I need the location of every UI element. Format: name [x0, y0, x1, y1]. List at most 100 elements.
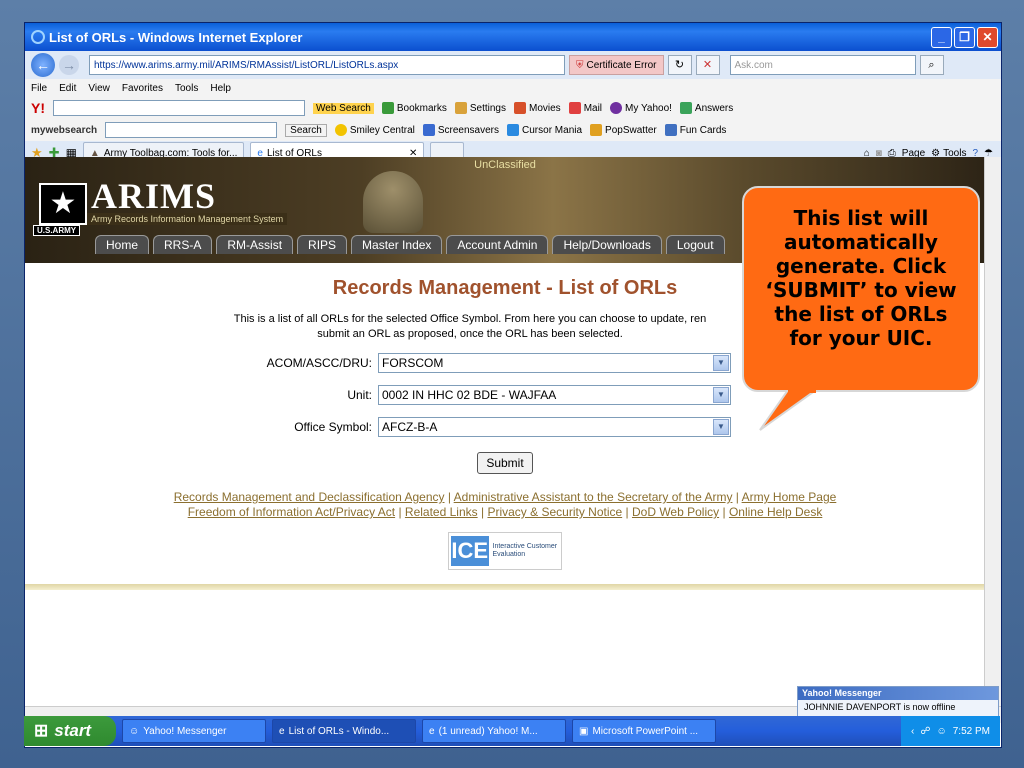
link-separator: |: [447, 490, 451, 504]
menu-file[interactable]: File: [31, 83, 47, 94]
toolbar-cursor-mania[interactable]: Cursor Mania: [507, 124, 582, 136]
link-help-desk[interactable]: Online Help Desk: [729, 505, 822, 519]
footer-links-row-1: Records Management and Declassification …: [25, 490, 985, 505]
toolbar-settings[interactable]: Settings: [454, 102, 506, 114]
toolbar-mail[interactable]: Mail: [568, 102, 602, 114]
office-symbol-value: AFCZ-B-A: [382, 420, 438, 434]
intro-line-2: submit an ORL as proposed, once the ORL …: [317, 328, 623, 340]
toolbar-answers[interactable]: Answers: [679, 102, 733, 114]
bookmarks-label: Bookmarks: [396, 102, 447, 114]
office-symbol-select[interactable]: AFCZ-B-A ▼: [378, 417, 731, 437]
link-aasa[interactable]: Administrative Assistant to the Secretar…: [454, 490, 733, 504]
nav-home[interactable]: Home: [95, 235, 150, 254]
usarmy-label: U.S.ARMY: [33, 225, 81, 236]
footer-links-row-2: Freedom of Information Act/Privacy Act |…: [25, 505, 985, 520]
movies-label: Movies: [529, 102, 561, 114]
link-separator: |: [398, 505, 402, 519]
toolbar-bookmarks[interactable]: Bookmarks: [381, 102, 447, 114]
task-yahoo-mail[interactable]: e (1 unread) Yahoo! M...: [422, 719, 566, 743]
link-separator: |: [735, 490, 739, 504]
close-button[interactable]: ✕: [977, 26, 998, 48]
link-separator: |: [722, 505, 726, 519]
settings-label: Settings: [469, 102, 506, 114]
link-privacy[interactable]: Privacy & Security Notice: [487, 505, 622, 519]
nav-rm-assist[interactable]: RM-Assist: [216, 235, 294, 254]
tray-arrow-icon[interactable]: ‹: [911, 726, 914, 737]
vertical-scrollbar[interactable]: [984, 157, 1001, 707]
yahoo-search-input[interactable]: [53, 100, 305, 116]
nav-logout[interactable]: Logout: [665, 235, 725, 254]
office-symbol-row: Office Symbol: AFCZ-B-A ▼: [25, 416, 985, 438]
task-powerpoint[interactable]: ▣ Microsoft PowerPoint ...: [572, 719, 716, 743]
unit-select[interactable]: 0002 IN HHC 02 BDE - WAJFAA ▼: [378, 385, 731, 405]
nav-rrs-a[interactable]: RRS-A: [153, 235, 213, 254]
acom-select[interactable]: FORSCOM ▼: [378, 353, 731, 373]
chevron-down-icon[interactable]: ▼: [713, 387, 729, 403]
system-tray: ‹ ☍ ☺ 7:52 PM: [901, 716, 1000, 746]
classification-label: UnClassified: [474, 159, 536, 171]
messenger-popup-header: Yahoo! Messenger: [798, 687, 998, 700]
mywebsearch-toolbar: mywebsearch Search Smiley Central Screen…: [25, 119, 1001, 141]
powerpoint-icon: ▣: [579, 725, 589, 737]
chevron-down-icon[interactable]: ▼: [713, 355, 729, 371]
window-title: List of ORLs - Windows Internet Explorer: [49, 29, 303, 45]
ice-badge[interactable]: ICE Interactive Customer Evaluation: [448, 532, 562, 570]
certificate-error-badge[interactable]: ⛨ Certificate Error: [569, 55, 664, 75]
nav-master-index[interactable]: Master Index: [351, 235, 443, 254]
toolbar-movies[interactable]: Movies: [514, 102, 561, 114]
ie-icon: e: [429, 725, 435, 737]
cert-error-label: Certificate Error: [586, 59, 657, 71]
link-separator: |: [480, 505, 485, 519]
stop-button[interactable]: ✕: [695, 55, 720, 75]
menu-view[interactable]: View: [88, 83, 110, 94]
link-related[interactable]: Related Links: [405, 505, 478, 519]
menu-tools[interactable]: Tools: [175, 83, 198, 94]
task-yahoo-messenger[interactable]: ☺ Yahoo! Messenger: [122, 719, 266, 743]
mywebsearch-search-button[interactable]: Search: [285, 123, 327, 137]
toolbar-fun-cards[interactable]: Fun Cards: [664, 124, 726, 136]
yahoo-logo-icon[interactable]: Y!: [31, 100, 45, 116]
link-foia[interactable]: Freedom of Information Act/Privacy Act: [188, 505, 395, 519]
link-separator: |: [625, 505, 629, 519]
mail-icon: [568, 102, 581, 114]
mywebsearch-input[interactable]: [105, 122, 278, 138]
acom-label: ACOM/ASCC/DRU:: [266, 356, 372, 370]
toolbar-my-yahoo[interactable]: My Yahoo!: [610, 102, 672, 114]
toolbar-smiley-central[interactable]: Smiley Central: [334, 124, 415, 136]
menu-help[interactable]: Help: [210, 83, 231, 94]
web-search-button[interactable]: Web Search: [313, 102, 374, 114]
search-input[interactable]: Ask.com: [729, 55, 916, 75]
ice-logo: ICE: [451, 536, 489, 566]
refresh-button[interactable]: ↻: [667, 55, 692, 75]
link-rmda[interactable]: Records Management and Declassification …: [174, 490, 445, 504]
task-list-of-orls[interactable]: e List of ORLs - Windo...: [272, 719, 416, 743]
minimize-button[interactable]: _: [931, 26, 952, 48]
menu-favorites[interactable]: Favorites: [122, 83, 163, 94]
network-icon[interactable]: ☍: [920, 726, 930, 737]
link-dod-web-policy[interactable]: DoD Web Policy: [632, 505, 719, 519]
forward-button[interactable]: →: [59, 55, 79, 75]
back-button[interactable]: ←: [31, 53, 55, 77]
nav-account-admin[interactable]: Account Admin: [446, 235, 549, 254]
chevron-down-icon[interactable]: ▼: [713, 419, 729, 435]
toolbar-popswatter[interactable]: PopSwatter: [590, 124, 657, 136]
submit-button[interactable]: Submit: [477, 452, 533, 474]
windows-flag-icon: ⊞: [34, 721, 49, 740]
callout-text: This list will automatically generate. C…: [765, 206, 957, 350]
search-icon[interactable]: ⌕: [919, 55, 944, 75]
messenger-tray-icon[interactable]: ☺: [937, 726, 947, 737]
ie-icon: e: [279, 725, 285, 737]
task-yahoo-mail-label: (1 unread) Yahoo! M...: [438, 725, 538, 737]
toolbar-screensavers[interactable]: Screensavers: [422, 124, 499, 136]
army-star-icon: ★: [39, 183, 87, 225]
messenger-popup[interactable]: Yahoo! Messenger JOHNNIE DAVENPORT is no…: [797, 686, 999, 718]
url-field[interactable]: https://www.arims.army.mil/ARIMS/RMAssis…: [89, 55, 565, 75]
menu-edit[interactable]: Edit: [59, 83, 76, 94]
address-bar: ← → https://www.arims.army.mil/ARIMS/RMA…: [25, 51, 1001, 79]
smiley-icon: [334, 124, 347, 136]
link-army-home[interactable]: Army Home Page: [742, 490, 837, 504]
nav-help-downloads[interactable]: Help/Downloads: [552, 235, 662, 254]
start-button[interactable]: ⊞ start: [24, 716, 116, 746]
nav-rips[interactable]: RIPS: [297, 235, 348, 254]
restore-button[interactable]: ❐: [954, 26, 975, 48]
